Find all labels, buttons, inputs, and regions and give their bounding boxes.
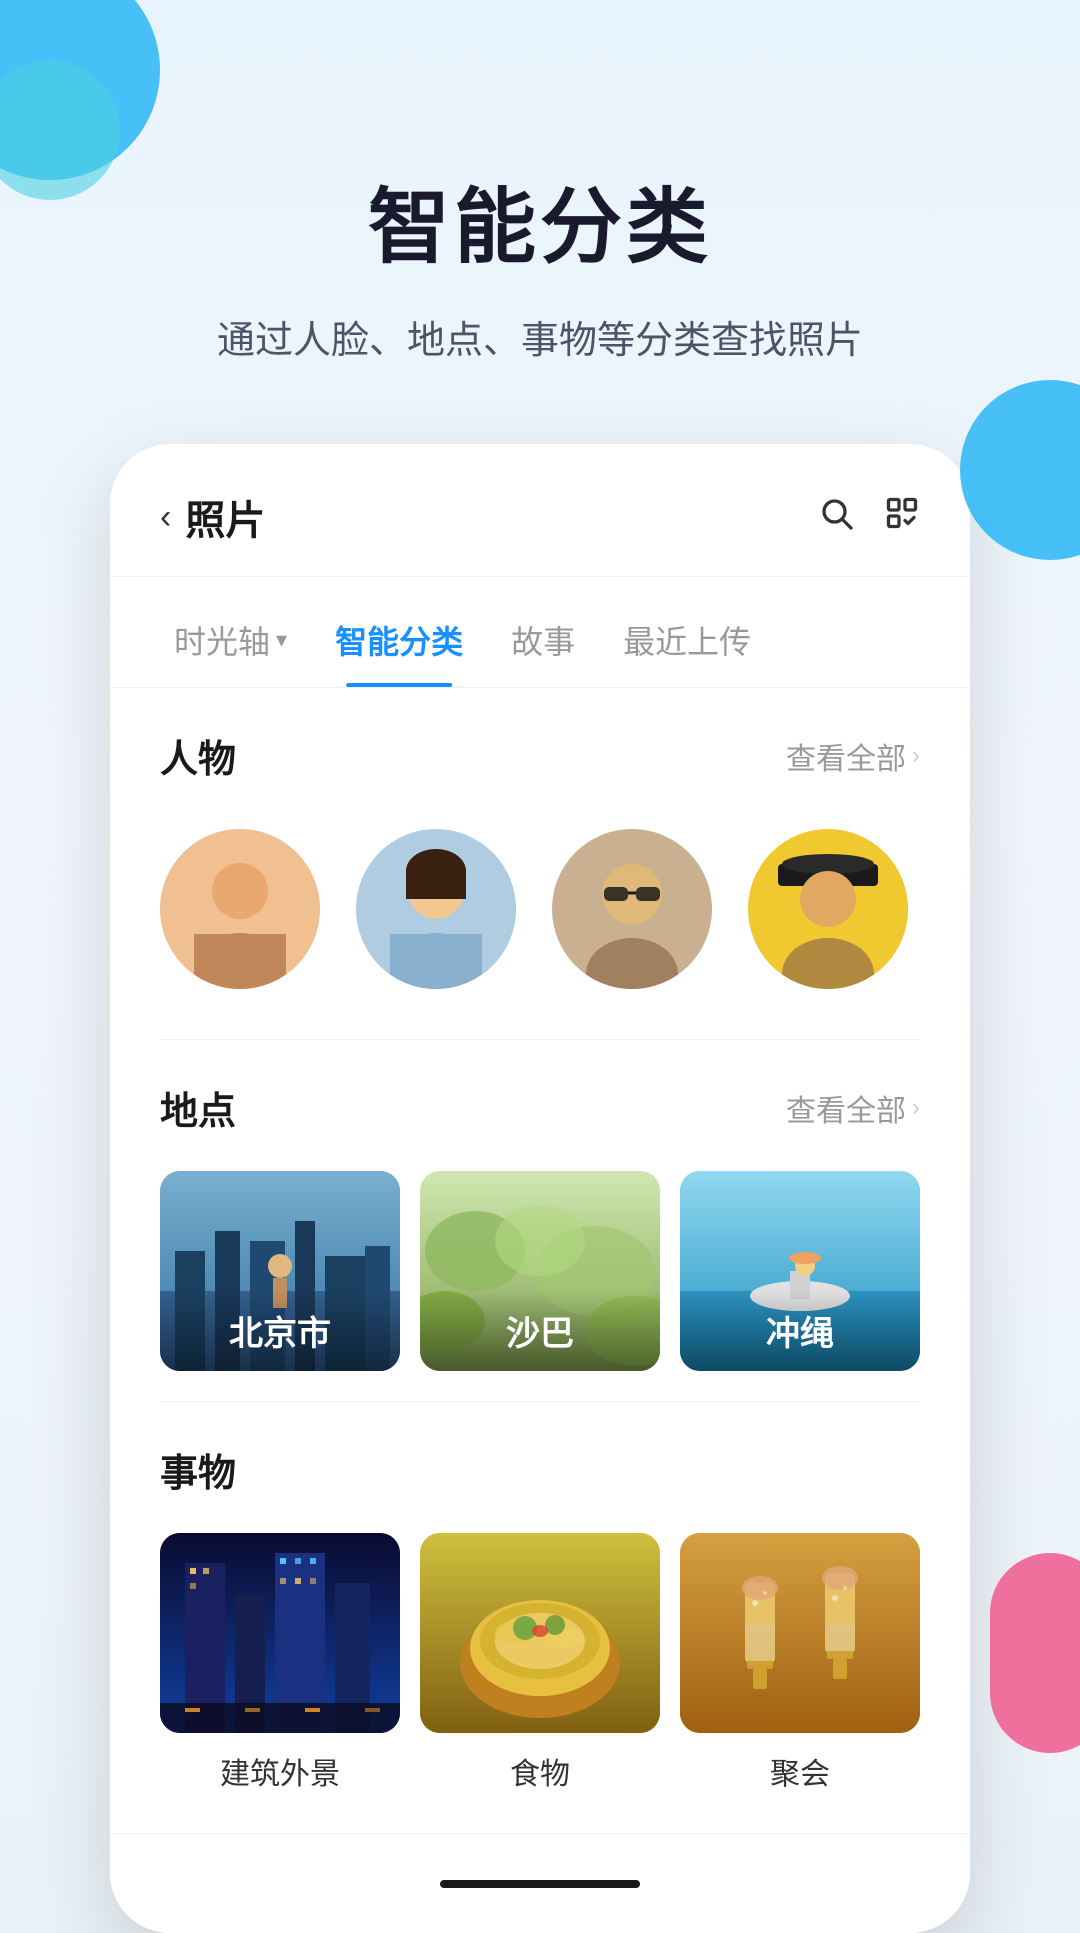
hero-subtitle: 通过人脸、地点、事物等分类查找照片	[0, 309, 1080, 364]
thing-card-architecture[interactable]: 建筑外景	[160, 1533, 400, 1793]
people-avatar-row	[160, 819, 920, 1009]
thing-label-architecture: 建筑外景	[160, 1749, 400, 1793]
tab-recent[interactable]: 最近上传	[599, 601, 775, 687]
things-grid: 建筑外景	[160, 1533, 920, 1793]
location-section-title: 地点	[160, 1080, 236, 1135]
thing-card-food[interactable]: 食物	[420, 1533, 660, 1793]
location-card-saba[interactable]: 沙巴	[420, 1171, 660, 1371]
people-view-all-label: 查看全部	[786, 734, 906, 778]
tab-smart-label: 智能分类	[335, 624, 463, 660]
location-section-header: 地点 查看全部 ›	[160, 1080, 920, 1135]
header-icons	[818, 495, 920, 540]
tab-timeline[interactable]: 时光轴 ▾	[150, 601, 311, 687]
things-section: 事物	[110, 1402, 970, 1833]
thing-label-gathering: 聚会	[680, 1749, 920, 1793]
tab-story[interactable]: 故事	[487, 601, 599, 687]
phone-wrapper: ‹ 照片	[0, 444, 1080, 1933]
location-label-saba: 沙巴	[420, 1290, 660, 1371]
dropdown-arrow-icon: ▾	[276, 627, 287, 653]
location-label-beijing: 北京市	[160, 1290, 400, 1371]
select-icon[interactable]	[884, 495, 920, 540]
people-view-all-arrow-icon: ›	[912, 742, 920, 770]
things-section-header: 事物	[160, 1442, 920, 1497]
location-section: 地点 查看全部 ›	[110, 1040, 970, 1401]
header-left: ‹ 照片	[160, 488, 265, 546]
location-grid: 北京市	[160, 1171, 920, 1371]
people-view-all-button[interactable]: 查看全部 ›	[786, 734, 920, 778]
search-icon[interactable]	[818, 495, 854, 540]
person-avatar-3[interactable]	[552, 829, 712, 989]
tab-smart-classify[interactable]: 智能分类	[311, 601, 487, 687]
hero-section: 智能分类 通过人脸、地点、事物等分类查找照片	[0, 0, 1080, 444]
people-section-header: 人物 查看全部 ›	[160, 728, 920, 783]
phone-header: ‹ 照片	[110, 444, 970, 577]
back-button[interactable]: ‹	[160, 498, 171, 537]
bottom-nav	[110, 1833, 970, 1933]
people-section-title: 人物	[160, 728, 236, 783]
tab-story-label: 故事	[511, 624, 575, 660]
header-title: 照片	[185, 488, 265, 546]
phone-mockup: ‹ 照片	[110, 444, 970, 1933]
person-avatar-2[interactable]	[356, 829, 516, 989]
tab-timeline-label: 时光轴	[174, 617, 270, 663]
person-avatar-1[interactable]	[160, 829, 320, 989]
location-view-all-label: 查看全部	[786, 1086, 906, 1130]
tab-recent-label: 最近上传	[623, 624, 751, 660]
location-label-okinawa: 冲绳	[680, 1290, 920, 1371]
hero-title: 智能分类	[0, 160, 1080, 279]
decorative-blob-bottom-right	[990, 1553, 1080, 1753]
thing-label-food: 食物	[420, 1749, 660, 1793]
location-card-okinawa[interactable]: 冲绳	[680, 1171, 920, 1371]
tab-bar: 时光轴 ▾ 智能分类 故事 最近上传	[110, 577, 970, 688]
location-view-all-arrow-icon: ›	[912, 1094, 920, 1122]
things-section-title: 事物	[160, 1442, 236, 1497]
location-card-beijing[interactable]: 北京市	[160, 1171, 400, 1371]
thing-card-gathering[interactable]: 聚会	[680, 1533, 920, 1793]
location-view-all-button[interactable]: 查看全部 ›	[786, 1086, 920, 1130]
person-avatar-4[interactable]	[748, 829, 908, 989]
home-indicator	[440, 1880, 640, 1888]
people-section: 人物 查看全部 ›	[110, 688, 970, 1039]
